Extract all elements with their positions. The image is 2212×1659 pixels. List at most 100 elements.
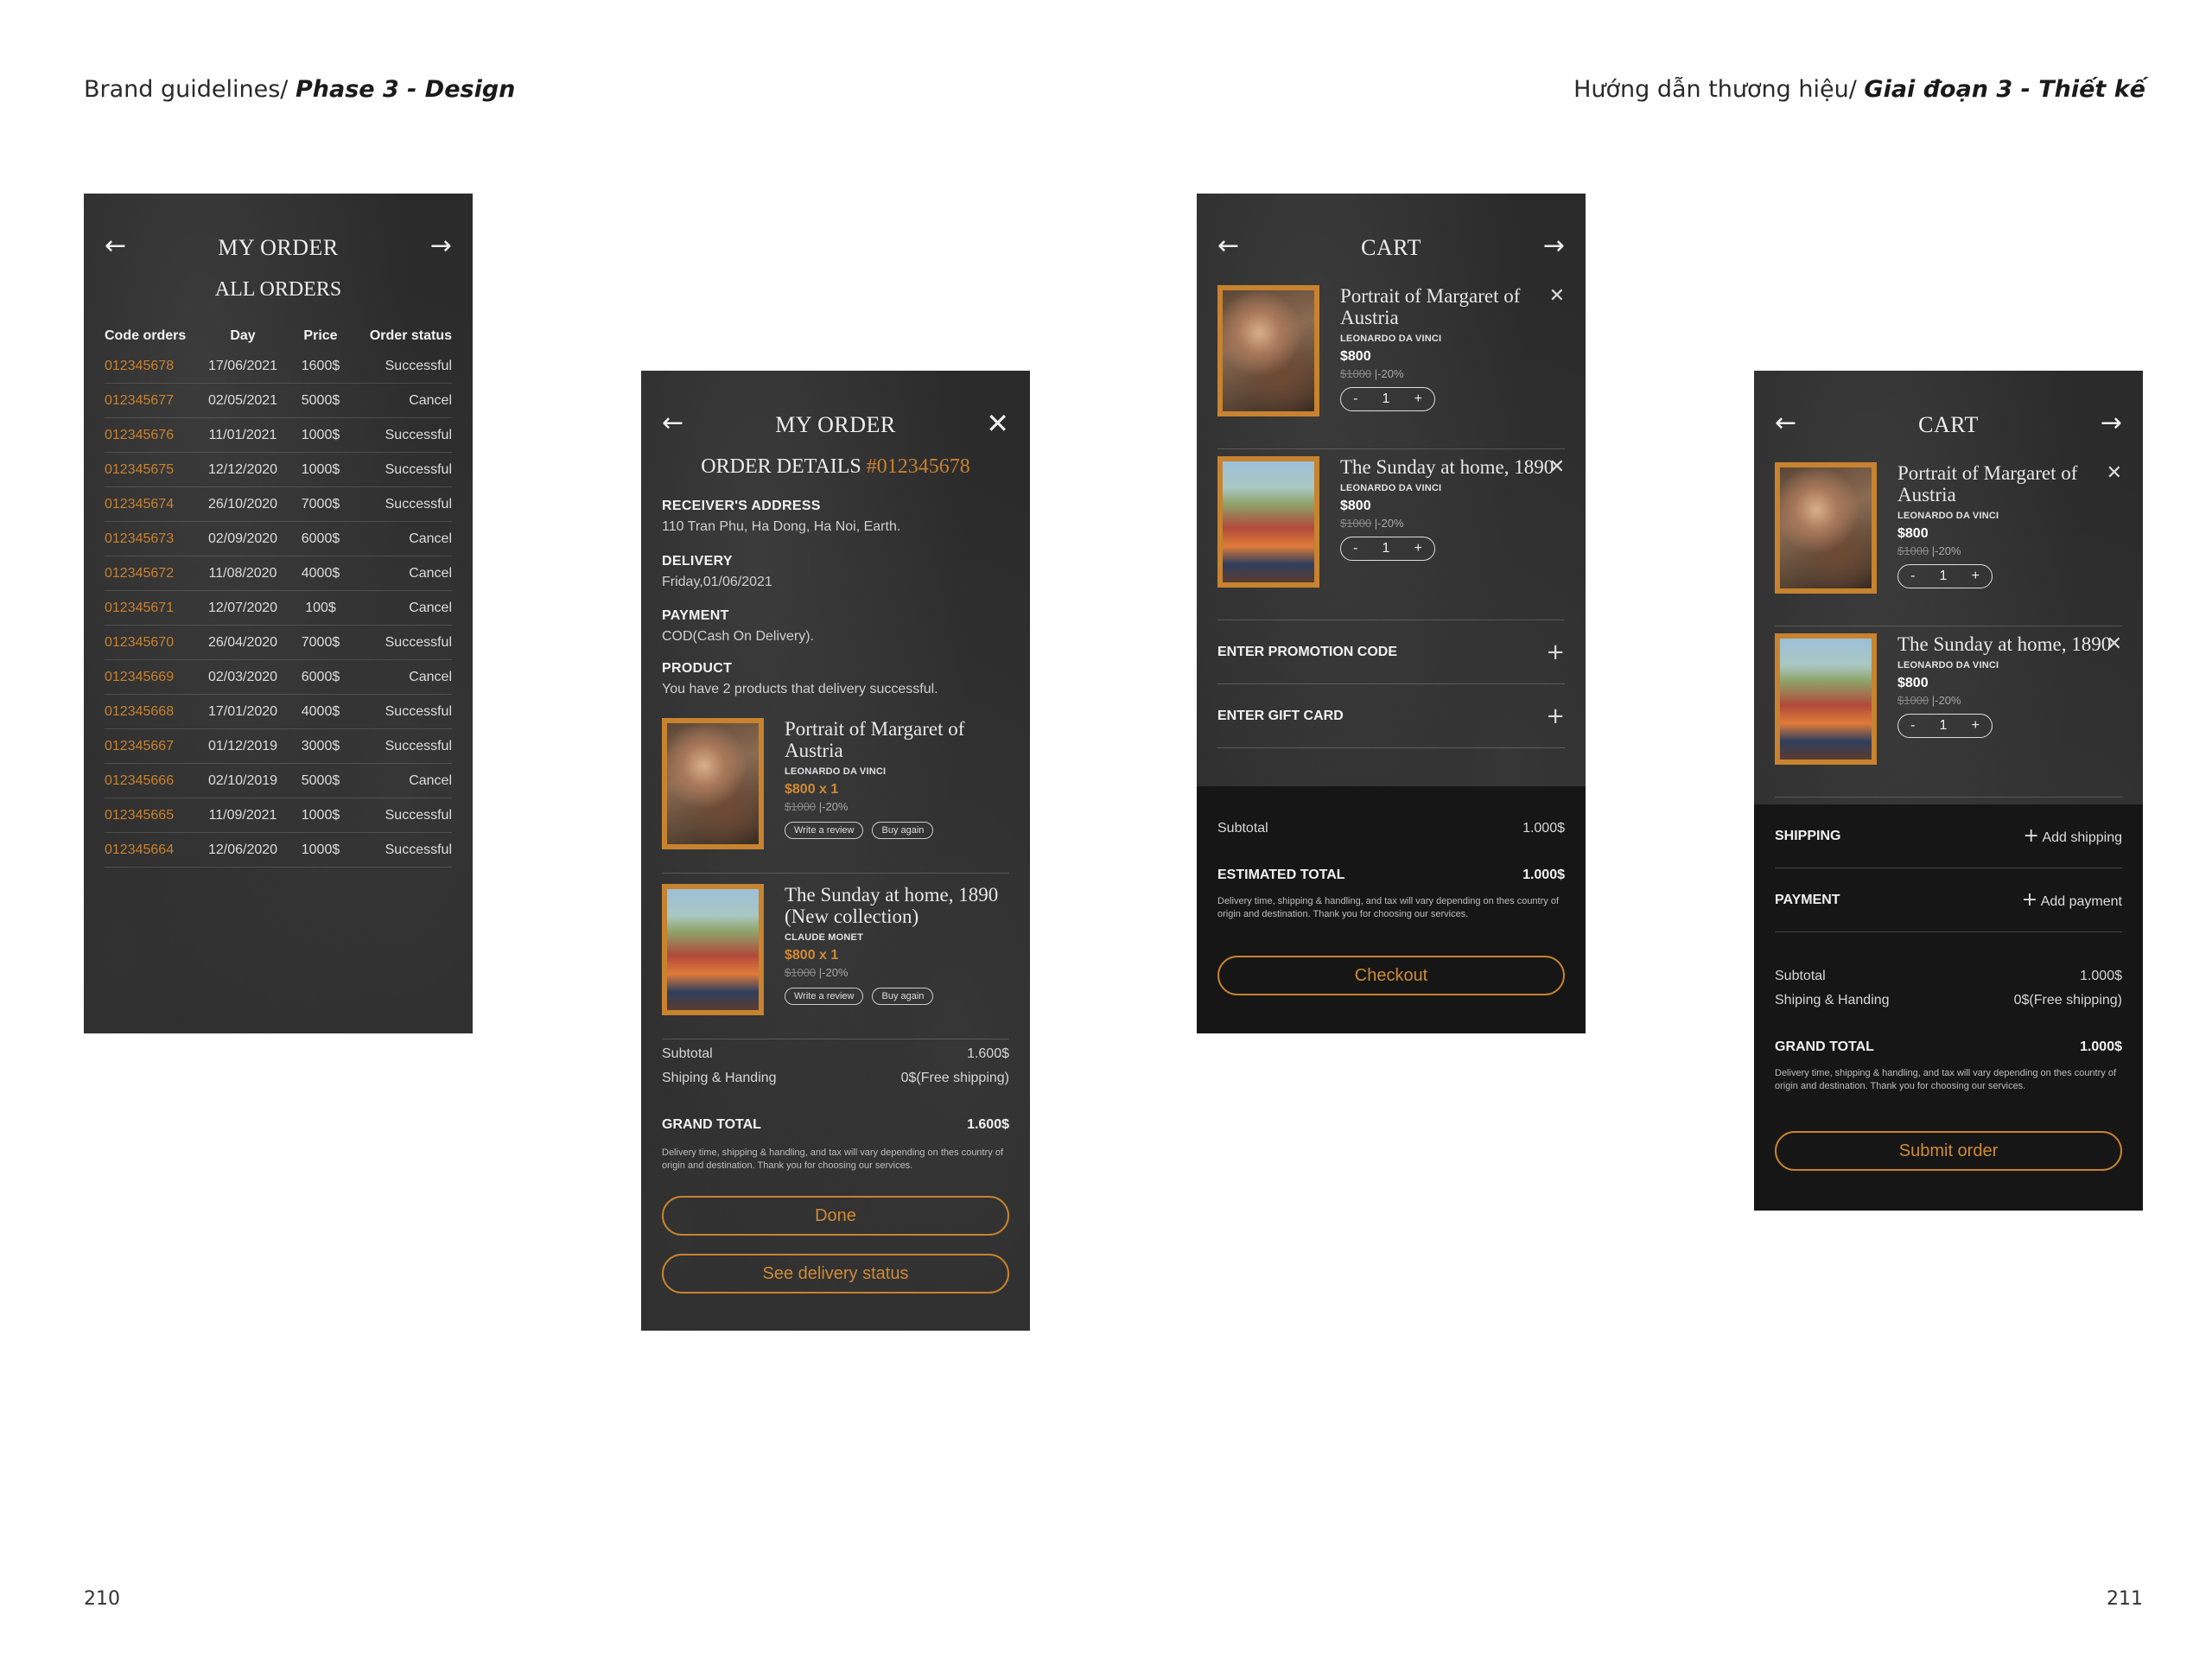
- arrow-right-icon[interactable]: →: [1543, 233, 1565, 259]
- close-icon[interactable]: ✕: [1549, 285, 1565, 307]
- delivery-value: Friday,01/06/2021: [662, 575, 772, 589]
- table-row[interactable]: 012345664 12/06/2020 1000$ Successful: [105, 833, 452, 868]
- order-status: Successful: [385, 496, 452, 512]
- order-code[interactable]: 012345669: [105, 670, 200, 685]
- buy-again-button[interactable]: Buy again: [872, 988, 934, 1005]
- table-row[interactable]: 012345675 12/12/2020 1000$ Successful: [105, 453, 452, 487]
- table-row[interactable]: 012345668 17/01/2020 4000$ Successful: [105, 695, 452, 729]
- order-code[interactable]: 012345667: [105, 739, 200, 754]
- product-artist: LEONARDO DA VINCI: [1897, 511, 1999, 521]
- gift-card-label: ENTER GIFT CARD: [1217, 708, 1344, 723]
- subtotal-label: Subtotal: [662, 1046, 713, 1061]
- product-name[interactable]: The Sunday at home, 1890 (New collection…: [785, 884, 1009, 927]
- order-code[interactable]: 012345674: [105, 497, 200, 512]
- delivery-status-button[interactable]: See delivery status: [662, 1254, 1009, 1294]
- discount: |-20%: [1931, 544, 1961, 557]
- artwork-thumbnail[interactable]: [1775, 462, 1877, 594]
- checkout-button[interactable]: Checkout: [1217, 956, 1565, 995]
- table-row[interactable]: 012345677 02/05/2021 5000$ Cancel: [105, 384, 452, 418]
- arrow-right-icon[interactable]: →: [430, 233, 452, 259]
- subtotal-row: Subtotal 1.000$: [1775, 969, 2122, 984]
- decrease-button[interactable]: -: [1910, 569, 1915, 584]
- shipping-cost-value: 0$(Free shipping): [2013, 993, 2122, 1007]
- table-row[interactable]: 012345678 17/06/2021 1600$ Successful: [105, 349, 452, 384]
- grand-total-row: GRAND TOTAL 1.000$: [1775, 1039, 2122, 1055]
- decrease-button[interactable]: -: [1910, 718, 1915, 734]
- table-row[interactable]: 012345673 02/09/2020 6000$ Cancel: [105, 522, 452, 556]
- shipping-row[interactable]: SHIPPING + Add shipping: [1775, 804, 2122, 868]
- order-code[interactable]: 012345666: [105, 773, 200, 789]
- close-icon[interactable]: ✕: [2107, 462, 2122, 484]
- order-code[interactable]: 012345664: [105, 842, 200, 858]
- product-actions: Write a review Buy again: [785, 988, 1009, 1005]
- old-price: $1000: [785, 800, 817, 813]
- table-row[interactable]: 012345667 01/12/2019 3000$ Successful: [105, 729, 452, 764]
- artwork-thumbnail[interactable]: [1217, 285, 1319, 416]
- increase-button[interactable]: +: [1972, 718, 1980, 734]
- order-code[interactable]: 012345677: [105, 393, 200, 409]
- table-row[interactable]: 012345666 02/10/2019 5000$ Cancel: [105, 764, 452, 798]
- table-row[interactable]: 012345670 26/04/2020 7000$ Successful: [105, 626, 452, 660]
- estimated-total-value: 1.000$: [1522, 868, 1565, 882]
- order-code[interactable]: 012345673: [105, 531, 200, 547]
- order-day: 02/05/2021: [207, 392, 278, 408]
- order-price: 4000$: [301, 703, 340, 719]
- done-button[interactable]: Done: [662, 1196, 1009, 1236]
- product-name[interactable]: The Sunday at home, 1890: [1340, 456, 1565, 478]
- add-payment-button[interactable]: + Add payment: [2022, 889, 2122, 911]
- quantity-value: 1: [1382, 391, 1390, 406]
- artwork-thumbnail[interactable]: [662, 718, 764, 849]
- product-name[interactable]: Portrait of Margaret of Austria: [1340, 285, 1565, 328]
- close-icon[interactable]: ✕: [1549, 456, 1565, 478]
- decrease-button[interactable]: -: [1353, 391, 1357, 407]
- product-name[interactable]: The Sunday at home, 1890: [1897, 633, 2122, 655]
- order-code[interactable]: 012345671: [105, 601, 200, 616]
- write-review-button[interactable]: Write a review: [785, 988, 864, 1005]
- plus-icon[interactable]: +: [1546, 639, 1565, 665]
- artwork-thumbnail[interactable]: [662, 884, 764, 1015]
- add-shipping-button[interactable]: + Add shipping: [2023, 825, 2122, 847]
- close-icon[interactable]: ✕: [986, 410, 1009, 437]
- plus-icon[interactable]: +: [1546, 703, 1565, 729]
- top-bar: ← CART →: [1197, 228, 1586, 266]
- artwork-thumbnail[interactable]: [1217, 456, 1319, 588]
- product-name[interactable]: Portrait of Margaret of Austria: [785, 718, 1009, 761]
- order-code[interactable]: 012345668: [105, 704, 200, 720]
- table-row[interactable]: 012345669 02/03/2020 6000$ Cancel: [105, 660, 452, 695]
- shipping-row: Shiping & Handing 0$(Free shipping): [662, 1071, 1009, 1086]
- delivery-note: Delivery time, shipping & handling, and …: [1217, 896, 1560, 919]
- order-code[interactable]: 012345670: [105, 635, 200, 651]
- increase-button[interactable]: +: [1972, 569, 1980, 584]
- order-code[interactable]: 012345676: [105, 428, 200, 443]
- close-icon[interactable]: ✕: [2107, 633, 2122, 655]
- promotion-code-row[interactable]: ENTER PROMOTION CODE +: [1217, 620, 1565, 684]
- write-review-button[interactable]: Write a review: [785, 822, 864, 839]
- table-row[interactable]: 012345672 11/08/2020 4000$ Cancel: [105, 556, 452, 591]
- order-code[interactable]: 012345665: [105, 808, 200, 823]
- increase-button[interactable]: +: [1414, 391, 1422, 407]
- table-row[interactable]: 012345671 12/07/2020 100$ Cancel: [105, 591, 452, 626]
- old-price-line: $1000 |-20%: [785, 966, 1009, 979]
- old-price-line: $1000 |-20%: [785, 800, 1009, 813]
- decrease-button[interactable]: -: [1353, 541, 1357, 556]
- table-row[interactable]: 012345674 26/10/2020 7000$ Successful: [105, 487, 452, 522]
- arrow-right-icon[interactable]: →: [2101, 410, 2122, 436]
- screen-title: MY ORDER: [218, 235, 339, 260]
- table-row[interactable]: 012345676 11/01/2021 1000$ Successful: [105, 418, 452, 453]
- table-row[interactable]: 012345665 11/09/2021 1000$ Successful: [105, 798, 452, 833]
- order-code[interactable]: 012345675: [105, 462, 200, 478]
- artwork-thumbnail[interactable]: [1775, 633, 1877, 765]
- order-code[interactable]: 012345678: [105, 359, 200, 374]
- submit-order-button[interactable]: Submit order: [1775, 1131, 2122, 1171]
- gift-card-row[interactable]: ENTER GIFT CARD +: [1217, 684, 1565, 748]
- payment-row[interactable]: PAYMENT + Add payment: [1775, 868, 2122, 932]
- old-price-line: $1000 |-20%: [1897, 694, 2122, 707]
- order-price: 6000$: [301, 531, 340, 546]
- order-price: 7000$: [301, 634, 340, 650]
- buy-again-button[interactable]: Buy again: [872, 822, 934, 839]
- product-name[interactable]: Portrait of Margaret of Austria: [1897, 462, 2122, 505]
- increase-button[interactable]: +: [1414, 541, 1422, 556]
- product-price: $800: [1340, 499, 1371, 513]
- order-code[interactable]: 012345672: [105, 566, 200, 582]
- order-day: 12/12/2020: [207, 461, 278, 477]
